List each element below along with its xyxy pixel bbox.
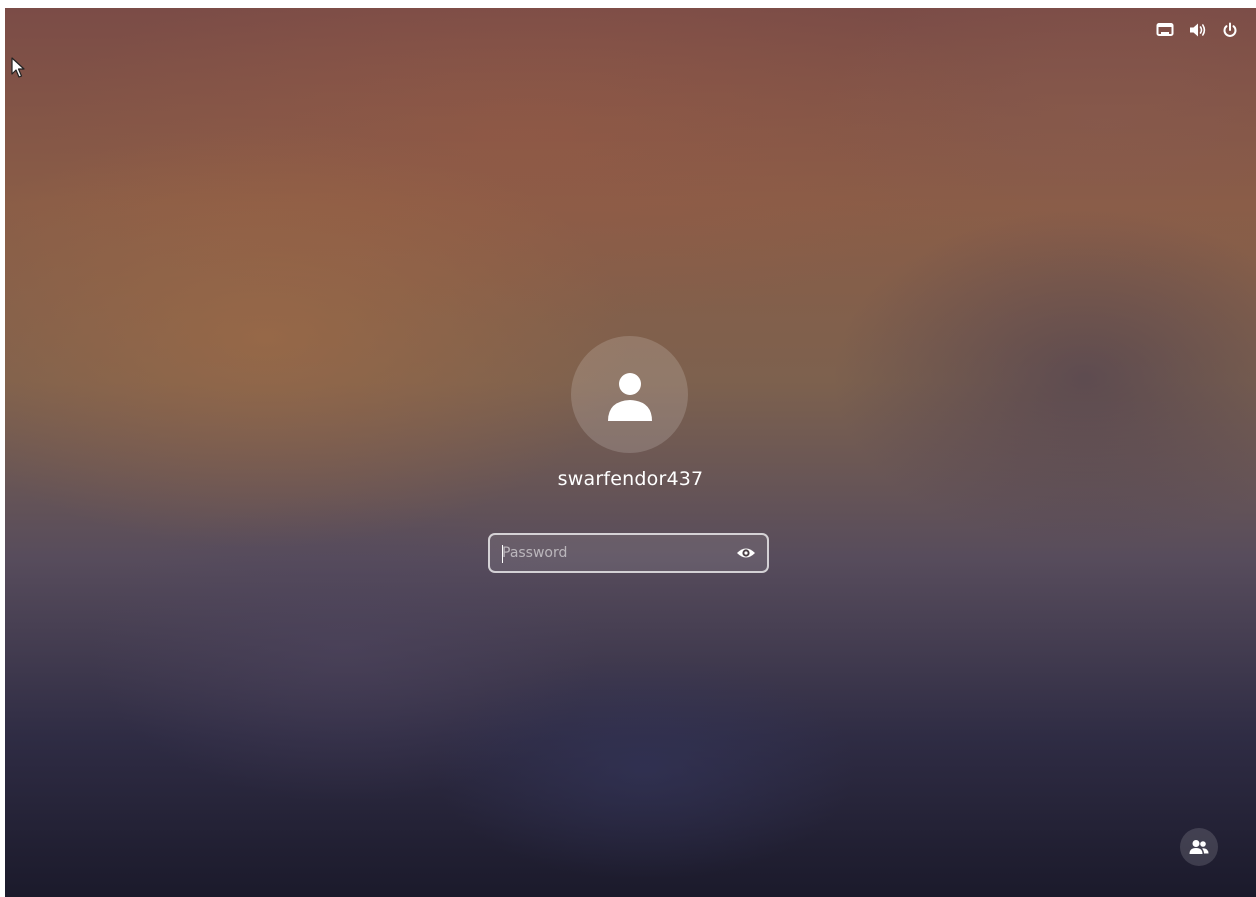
volume-icon[interactable] [1189, 22, 1207, 38]
show-password-eye-icon[interactable] [736, 544, 756, 562]
mouse-pointer-icon [11, 57, 25, 78]
switch-user-button[interactable] [1180, 828, 1218, 866]
username-label: swarfendor437 [557, 468, 704, 490]
network-wired-icon[interactable] [1156, 22, 1174, 38]
password-input[interactable] [502, 535, 722, 571]
user-icon [607, 372, 652, 421]
password-field[interactable] [488, 533, 769, 573]
system-indicators[interactable] [1156, 22, 1238, 38]
user-avatar[interactable] [571, 336, 688, 453]
users-icon [1189, 840, 1209, 854]
login-screen: swarfendor437 [5, 8, 1256, 897]
power-icon[interactable] [1222, 22, 1238, 38]
